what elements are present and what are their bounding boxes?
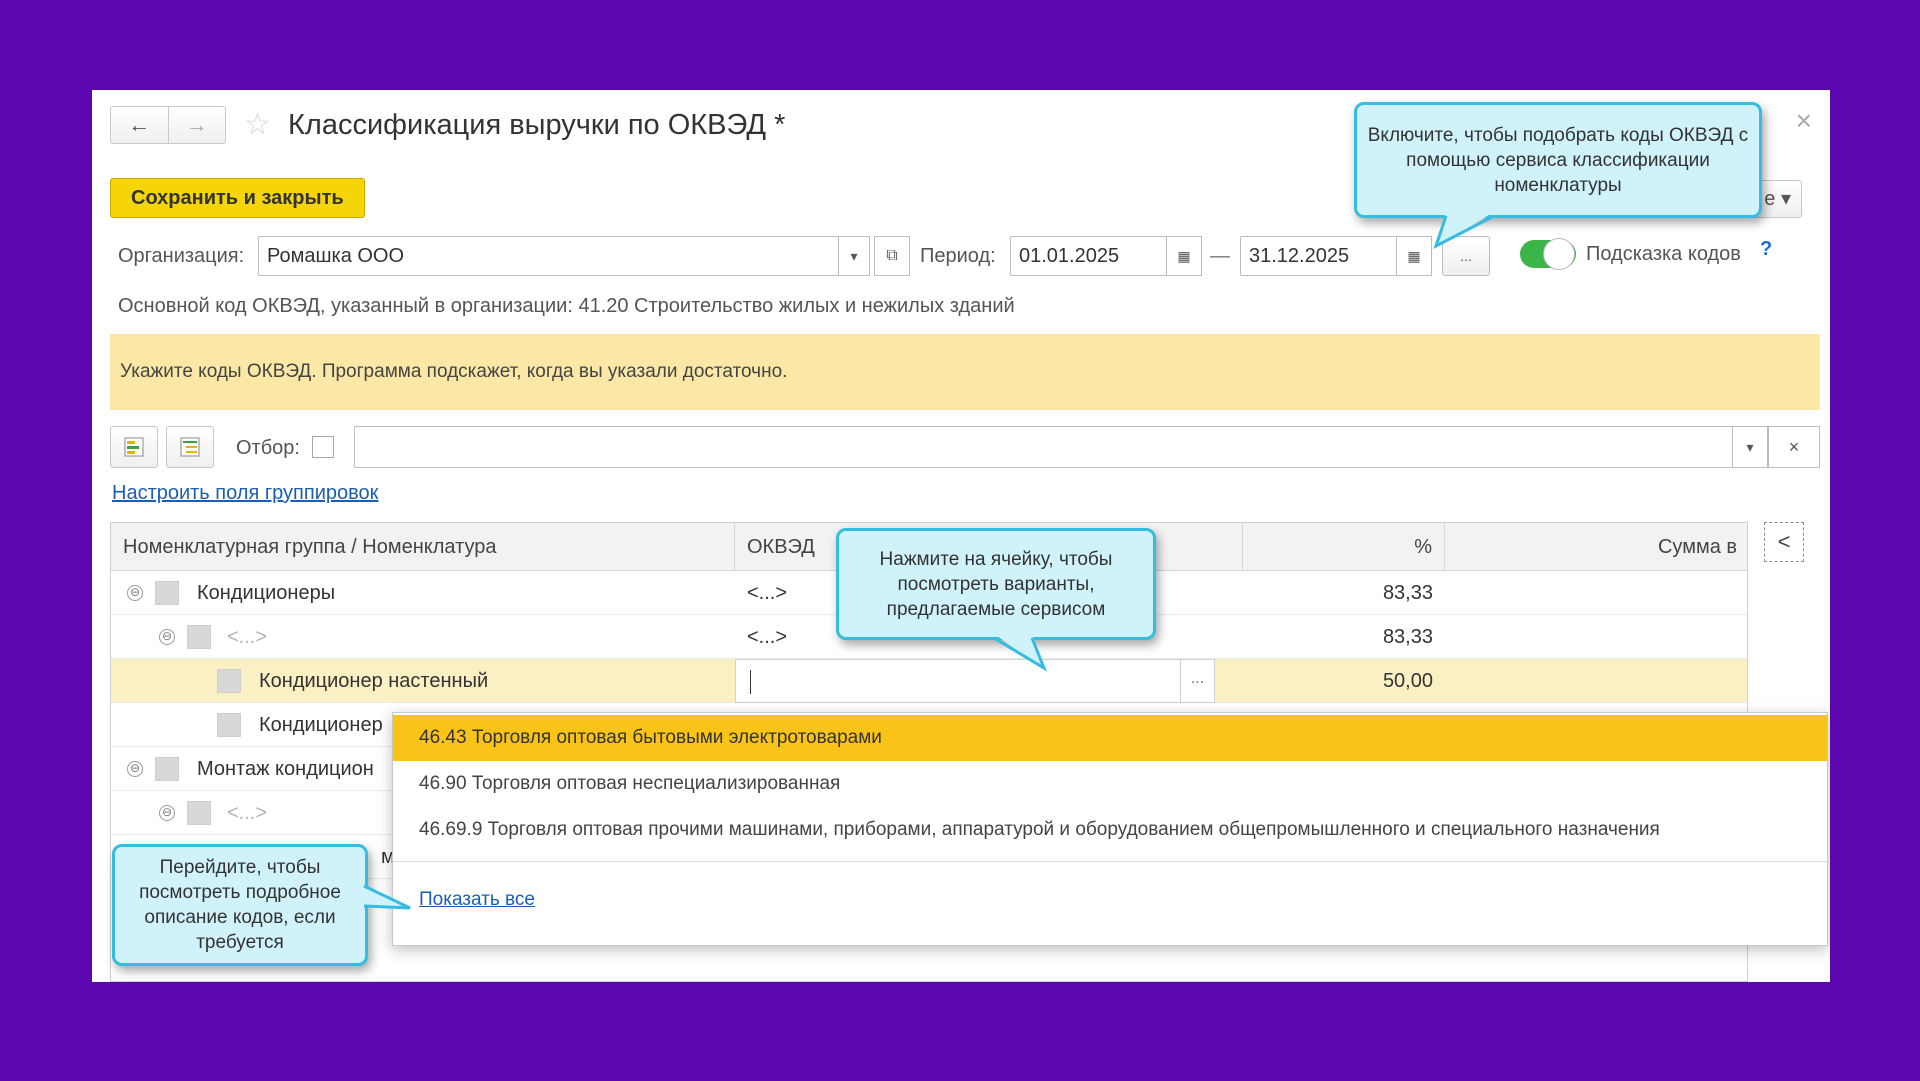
- okved-select-button[interactable]: ...: [1180, 660, 1214, 702]
- date-to-calendar-button[interactable]: ▦: [1396, 236, 1432, 276]
- callout-tail: [993, 634, 1048, 672]
- star-icon[interactable]: ☆: [244, 108, 271, 142]
- add-group-button[interactable]: [110, 426, 158, 468]
- chevron-down-icon: ▾: [1746, 438, 1754, 455]
- row-name: <...>: [227, 626, 268, 648]
- collapse-panel-button[interactable]: <: [1764, 522, 1804, 562]
- text-caret: [750, 670, 751, 694]
- help-icon[interactable]: ?: [1760, 238, 1772, 261]
- callout-toggle-hint: Включите, чтобы подобрать коды ОКВЭД с п…: [1354, 102, 1762, 218]
- collapse-icon[interactable]: ⊖: [127, 585, 143, 601]
- row-name: Кондиционеры: [197, 582, 336, 604]
- hint-toggle[interactable]: [1520, 238, 1576, 270]
- row-okved[interactable]: <...>: [747, 571, 787, 615]
- org-open-button[interactable]: ⧉: [874, 236, 910, 276]
- collapse-icon[interactable]: ⊖: [159, 805, 175, 821]
- row-percent: 83,33: [1382, 626, 1433, 648]
- callout-tail: [1433, 212, 1495, 250]
- okved-edit-cell[interactable]: ...: [735, 659, 1215, 703]
- period-label: Период:: [920, 245, 996, 267]
- tree-icon: [180, 437, 200, 457]
- callout-cell-hint: Нажмите на ячейку, чтобы посмотреть вари…: [836, 528, 1156, 640]
- col-header-percent[interactable]: %: [1243, 523, 1445, 571]
- date-from-calendar-button[interactable]: ▦: [1166, 236, 1202, 276]
- group-icon: [187, 801, 211, 825]
- filter-clear-button[interactable]: ×: [1768, 426, 1820, 468]
- org-label: Организация:: [118, 245, 245, 267]
- row-name: <...>: [227, 802, 268, 824]
- table-row-selected[interactable]: Кондиционер настенный ... 50,00: [111, 659, 1747, 703]
- calendar-icon: ▦: [1407, 247, 1421, 264]
- suggestion-item[interactable]: 46.69.9 Торговля оптовая прочими машинам…: [393, 807, 1827, 853]
- group-icon: [155, 581, 179, 605]
- hint-label: Подсказка кодов: [1586, 243, 1741, 265]
- close-icon[interactable]: ×: [1796, 106, 1812, 136]
- org-field[interactable]: Ромашка ООО: [258, 236, 870, 276]
- back-button[interactable]: ←: [111, 107, 168, 143]
- period-dash: —: [1210, 245, 1230, 267]
- okved-info: Основной код ОКВЭД, указанный в организа…: [118, 295, 1015, 317]
- dropdown-divider: [393, 861, 1827, 862]
- clear-icon: ×: [1788, 436, 1800, 457]
- item-icon: [217, 669, 241, 693]
- filter-dropdown-button[interactable]: ▾: [1732, 426, 1768, 468]
- chevron-down-icon: ▾: [850, 247, 858, 264]
- filter-checkbox[interactable]: [312, 436, 334, 458]
- save-and-close-button[interactable]: Сохранить и закрыть: [110, 178, 365, 218]
- okved-suggestions-dropdown: 46.43 Торговля оптовая бытовыми электрот…: [392, 712, 1828, 946]
- date-from-field[interactable]: 01.01.2025: [1010, 236, 1170, 276]
- arrow-right-icon: →: [185, 112, 208, 137]
- page-title: Классификация выручки по ОКВЭД *: [288, 109, 786, 141]
- configure-grouping-link[interactable]: Настроить поля группировок: [112, 482, 378, 505]
- row-name: Монтаж кондицион: [197, 758, 374, 780]
- suggestion-item[interactable]: 46.43 Торговля оптовая бытовыми электрот…: [393, 715, 1827, 761]
- row-okved[interactable]: <...>: [747, 615, 787, 659]
- org-dropdown-button[interactable]: ▾: [838, 236, 870, 276]
- collapse-icon[interactable]: ⊖: [127, 761, 143, 777]
- group-icon: [187, 625, 211, 649]
- app-window: ← → ☆ Классификация выручки по ОКВЭД * ×…: [92, 90, 1830, 982]
- row-name: Кондиционер настенный: [259, 670, 489, 692]
- collapse-icon[interactable]: ⊖: [159, 629, 175, 645]
- group-icon: [155, 757, 179, 781]
- tree-view-button[interactable]: [166, 426, 214, 468]
- col-header-sum[interactable]: Сумма в: [1445, 523, 1749, 571]
- date-to-field[interactable]: 31.12.2025: [1240, 236, 1400, 276]
- suggestion-item[interactable]: 46.90 Торговля оптовая неспециализирован…: [393, 761, 1827, 807]
- open-window-icon: ⧉: [886, 247, 898, 264]
- nav-group: ← →: [110, 106, 226, 144]
- filter-input[interactable]: [354, 426, 1820, 468]
- calendar-icon: ▦: [1177, 247, 1191, 264]
- arrow-left-icon: ←: [128, 112, 151, 137]
- callout-show-all-hint: Перейдите, чтобы посмотреть подробное оп…: [112, 844, 368, 966]
- callout-tail: [362, 884, 411, 910]
- col-header-name[interactable]: Номенклатурная группа / Номенклатура: [111, 523, 735, 571]
- row-percent: 83,33: [1382, 582, 1433, 604]
- item-icon: [217, 713, 241, 737]
- filter-label: Отбор:: [236, 437, 300, 459]
- forward-button[interactable]: →: [167, 107, 226, 143]
- info-banner: Укажите коды ОКВЭД. Программа подскажет,…: [110, 334, 1820, 410]
- row-percent: 50,00: [1382, 670, 1433, 692]
- add-group-icon: [124, 437, 144, 457]
- show-all-link[interactable]: Показать все: [419, 889, 535, 911]
- row-name: Кондиционер: [259, 714, 383, 736]
- chevron-left-icon: <: [1777, 529, 1791, 554]
